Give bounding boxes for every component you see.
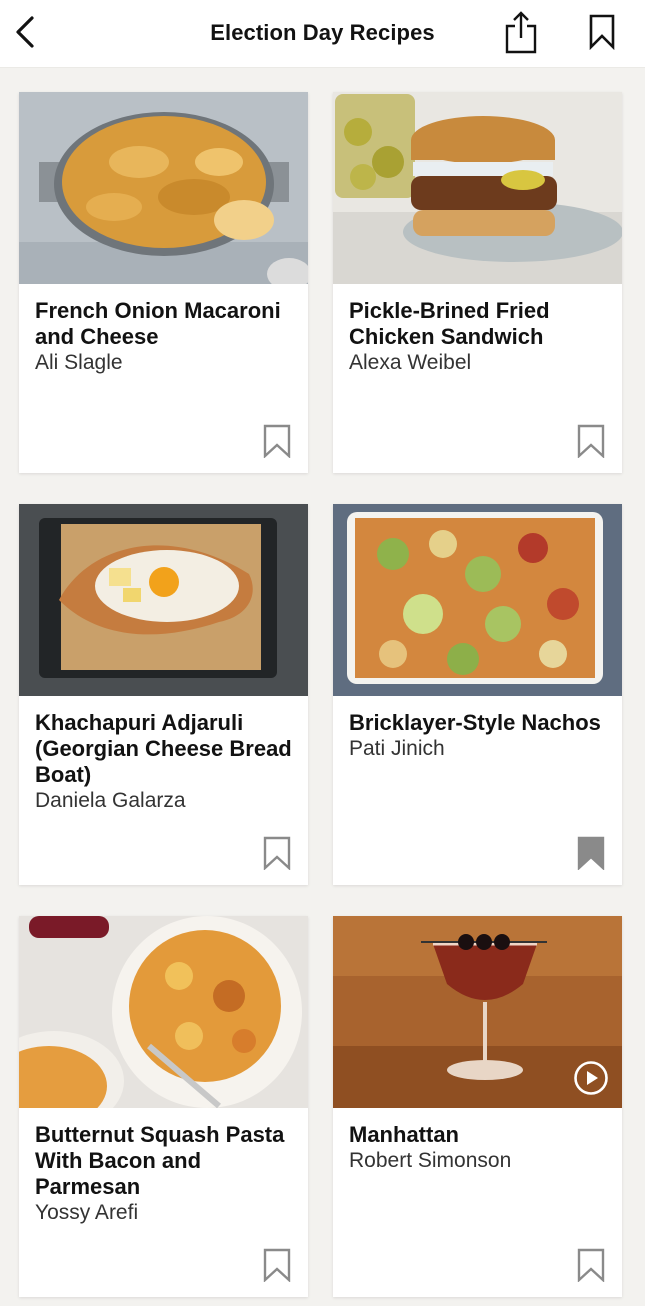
- recipe-title: Pickle-Brined Fried Chicken Sandwich Ale…: [349, 298, 608, 376]
- save-recipe-button[interactable]: [262, 835, 292, 871]
- recipe-title-text: Khachapuri Adjaruli (Georgian Cheese Bre…: [35, 710, 292, 787]
- save-recipe-button[interactable]: [262, 423, 292, 459]
- recipe-title-text: Butternut Squash Pasta With Bacon and Pa…: [35, 1122, 285, 1199]
- recipe-author: Yossy Arefi: [35, 1201, 139, 1224]
- recipe-title-text: Manhattan: [349, 1122, 459, 1147]
- recipe-title: Butternut Squash Pasta With Bacon and Pa…: [35, 1122, 294, 1226]
- recipe-card[interactable]: Pickle-Brined Fried Chicken Sandwich Ale…: [333, 92, 622, 473]
- bookmark-outline-icon: [263, 1248, 291, 1282]
- recipe-photo: [333, 92, 622, 284]
- recipe-title: French Onion Macaroni and Cheese Ali Sla…: [35, 298, 294, 376]
- save-recipe-button[interactable]: [576, 1247, 606, 1283]
- recipe-photo: [19, 504, 308, 696]
- recipe-title: Manhattan Robert Simonson: [349, 1122, 608, 1174]
- recipe-photo: [333, 504, 622, 696]
- save-recipe-button[interactable]: [262, 1247, 292, 1283]
- recipe-title: Bricklayer-Style Nachos Pati Jinich: [349, 710, 608, 762]
- recipe-card[interactable]: French Onion Macaroni and Cheese Ali Sla…: [19, 92, 308, 473]
- bookmark-outline-icon: [577, 424, 605, 458]
- recipe-card[interactable]: Manhattan Robert Simonson: [333, 916, 622, 1297]
- recipe-author: Daniela Galarza: [35, 789, 186, 812]
- saved-recipe-button[interactable]: [576, 835, 606, 871]
- recipe-title-text: Pickle-Brined Fried Chicken Sandwich: [349, 298, 550, 349]
- recipe-title-text: Bricklayer-Style Nachos: [349, 710, 601, 735]
- recipe-photo: [19, 92, 308, 284]
- recipe-grid: French Onion Macaroni and Cheese Ali Sla…: [0, 0, 645, 1306]
- bookmark-outline-icon: [263, 836, 291, 870]
- recipe-author: Alexa Weibel: [349, 351, 472, 374]
- recipe-title-text: French Onion Macaroni and Cheese: [35, 298, 281, 349]
- recipe-card[interactable]: Bricklayer-Style Nachos Pati Jinich: [333, 504, 622, 885]
- bookmark-filled-icon: [577, 836, 605, 870]
- recipe-author: Pati Jinich: [349, 737, 445, 760]
- recipe-card[interactable]: Khachapuri Adjaruli (Georgian Cheese Bre…: [19, 504, 308, 885]
- bookmark-outline-icon: [577, 1248, 605, 1282]
- save-recipe-button[interactable]: [576, 423, 606, 459]
- recipe-title: Khachapuri Adjaruli (Georgian Cheese Bre…: [35, 710, 294, 814]
- play-icon: [574, 1061, 608, 1095]
- recipe-author: Ali Slagle: [35, 351, 123, 374]
- recipe-photo: [19, 916, 308, 1108]
- recipe-author: Robert Simonson: [349, 1149, 512, 1172]
- recipe-photo: [333, 916, 622, 1108]
- bookmark-outline-icon: [263, 424, 291, 458]
- video-play-button[interactable]: [573, 1060, 609, 1096]
- recipe-card[interactable]: Butternut Squash Pasta With Bacon and Pa…: [19, 916, 308, 1297]
